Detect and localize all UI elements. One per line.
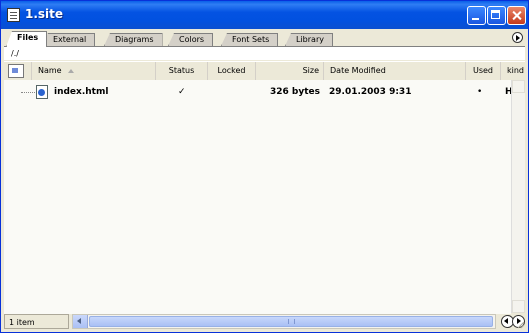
- maximize-button[interactable]: [487, 6, 506, 25]
- status-item-count: 1 item: [4, 314, 69, 329]
- tab-menu-arrow-icon[interactable]: [512, 32, 523, 43]
- sort-ascending-icon: [67, 68, 74, 73]
- file-row[interactable]: index.html ✓ 326 bytes 29.01.2003 9:31 •…: [4, 84, 513, 100]
- tab-colors[interactable]: Colors: [168, 33, 214, 46]
- minimize-button[interactable]: [467, 6, 486, 25]
- column-date-modified[interactable]: Date Modified: [324, 62, 466, 80]
- column-header-row: Name Status Locked Size Date Modified Us…: [4, 61, 525, 81]
- site-window: 1.site Files External Diagrams Colors Fo…: [0, 0, 529, 333]
- tab-font-sets[interactable]: Font Sets: [221, 33, 279, 46]
- file-used: •: [477, 87, 483, 97]
- view-options-icon[interactable]: [8, 64, 24, 78]
- scroll-down-button[interactable]: [512, 300, 525, 313]
- file-name[interactable]: index.html: [54, 84, 108, 100]
- close-button[interactable]: [507, 6, 526, 25]
- window-title: 1.site: [25, 7, 64, 21]
- vertical-scrollbar[interactable]: [511, 80, 525, 313]
- file-size: 326 bytes: [270, 87, 320, 97]
- horizontal-scroll-thumb[interactable]: [89, 316, 493, 327]
- column-status[interactable]: Status: [156, 62, 208, 80]
- status-bar: 1 item: [4, 314, 525, 329]
- resize-grip-icon[interactable]: [517, 321, 525, 329]
- tab-library[interactable]: Library: [285, 33, 333, 46]
- scroll-up-button[interactable]: [512, 80, 525, 93]
- scroll-left-button[interactable]: [73, 315, 88, 328]
- path-bar: /./: [4, 47, 525, 60]
- file-list[interactable]: index.html ✓ 326 bytes 29.01.2003 9:31 •…: [4, 80, 513, 314]
- tab-strip: Files External Diagrams Colors Font Sets…: [4, 30, 525, 47]
- site-window-icon: [7, 8, 20, 22]
- horizontal-scrollbar[interactable]: [72, 314, 496, 329]
- header-options-cell[interactable]: [4, 62, 32, 80]
- column-locked[interactable]: Locked: [208, 62, 256, 80]
- html-file-icon: [36, 85, 48, 99]
- tab-external[interactable]: External: [42, 33, 96, 46]
- tab-files[interactable]: Files: [6, 31, 48, 47]
- column-kind[interactable]: kind: [501, 62, 525, 80]
- file-status: ✓: [178, 87, 186, 97]
- column-name[interactable]: Name: [32, 62, 156, 80]
- tab-diagrams[interactable]: Diagrams: [104, 33, 163, 46]
- column-used[interactable]: Used: [466, 62, 501, 80]
- title-bar[interactable]: 1.site: [1, 1, 528, 29]
- file-date-modified: 29.01.2003 9:31: [329, 87, 412, 97]
- column-name-label: Name: [38, 66, 62, 75]
- tree-connector: [21, 92, 35, 93]
- column-size[interactable]: Size: [256, 62, 324, 80]
